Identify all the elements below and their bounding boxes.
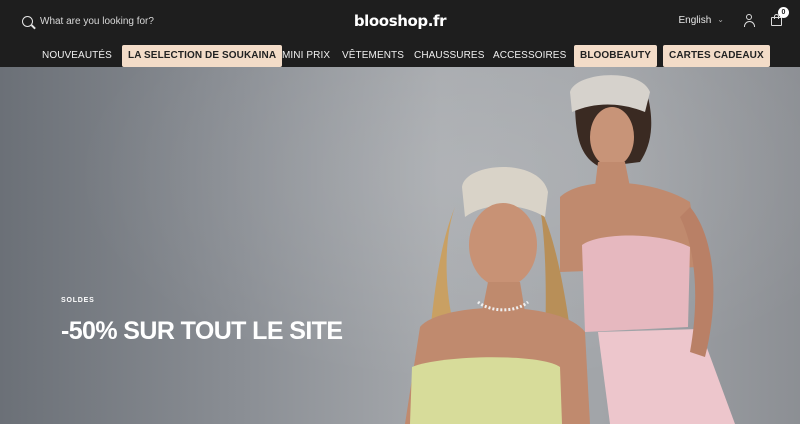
language-label: English <box>678 14 712 26</box>
user-icon[interactable] <box>742 13 756 27</box>
cart-count-badge: 0 <box>778 7 789 18</box>
top-header: What are you looking for? blooshop.fr En… <box>0 0 800 45</box>
nav-item-accessoires[interactable]: ACCESSOIRES <box>493 45 566 67</box>
nav-item-nouveautes[interactable]: NOUVEAUTÉS <box>42 45 112 67</box>
header-tools: English ⌄ 0 <box>678 7 789 27</box>
nav-item-cartes-cadeaux[interactable]: CARTES CADEAUX <box>663 45 770 67</box>
hero-eyebrow: SOLDES <box>61 297 95 304</box>
chevron-down-icon: ⌄ <box>717 14 724 24</box>
hero-title[interactable]: -50% SUR TOUT LE SITE <box>61 317 343 346</box>
nav-item-bloobeauty[interactable]: BLOOBEAUTY <box>574 45 657 67</box>
language-selector[interactable]: English ⌄ <box>678 15 724 26</box>
nav-item-mini-prix[interactable]: MINI PRIX <box>282 45 330 67</box>
nav-item-vetements[interactable]: VÊTEMENTS <box>342 45 404 67</box>
shopping-bag-icon[interactable]: 0 <box>770 7 789 27</box>
nav-item-selection-soukaina[interactable]: LA SELECTION DE SOUKAINA <box>122 45 283 67</box>
nav-item-chaussures[interactable]: CHAUSSURES <box>414 45 484 67</box>
hero-banner[interactable]: SOLDES -50% SUR TOUT LE SITE <box>0 67 800 424</box>
